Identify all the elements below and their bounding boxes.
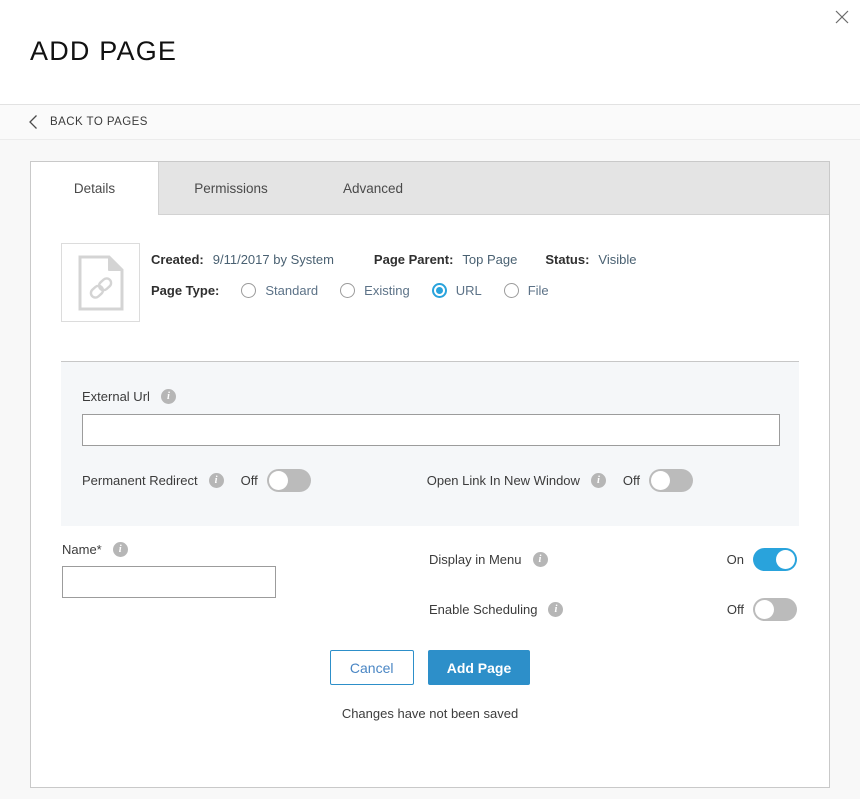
radio-option-standard[interactable]: Standard — [241, 283, 318, 298]
display-in-menu-label: Display in Menu — [429, 551, 522, 567]
dialog-header: ADD PAGE — [0, 0, 860, 104]
add-page-card: Details Permissions Advanced Created: 9/… — [30, 161, 830, 788]
radio-label: Standard — [265, 283, 319, 298]
display-in-menu-label-group: Display in Menu i — [429, 551, 727, 567]
switch-knob — [755, 599, 774, 619]
name-input[interactable] — [62, 566, 276, 598]
open-link-new-window-toggle-group: Open Link In New Window i Off — [426, 469, 694, 492]
back-to-pages-link[interactable]: BACK TO PAGES — [28, 105, 148, 139]
tab-bar: Details Permissions Advanced — [31, 162, 829, 215]
created-value: 9/11/2017 by System — [212, 252, 334, 267]
page-title: ADD PAGE — [30, 36, 178, 66]
switch-knob — [651, 471, 671, 490]
switch-knob — [268, 471, 288, 490]
display-in-menu-switch[interactable] — [753, 547, 797, 571]
display-in-menu-state: On — [726, 551, 744, 567]
open-link-new-window-switch[interactable] — [649, 469, 694, 492]
panel-toggle-row: Permanent Redirect i Off Open Link In Ne… — [82, 469, 778, 492]
enable-scheduling-switch[interactable] — [753, 597, 797, 621]
page-body: Details Permissions Advanced Created: 9/… — [0, 140, 860, 799]
info-icon[interactable]: i — [548, 601, 564, 617]
chevron-left-icon — [29, 115, 37, 129]
page-parent-value: Top Page — [462, 252, 518, 267]
external-url-input[interactable] — [82, 414, 780, 446]
cancel-button[interactable]: Cancel — [329, 650, 414, 685]
name-label-row: Name* i — [62, 542, 276, 557]
name-field-group: Name* i — [62, 542, 276, 598]
external-url-panel: External Url i Permanent Redirect i Off … — [61, 362, 799, 526]
created-label: Created: — [151, 252, 204, 267]
meta-row-primary: Created: 9/11/2017 by System Page Parent… — [151, 244, 829, 275]
enable-scheduling-label-group: Enable Scheduling i — [429, 601, 727, 617]
info-icon[interactable]: i — [532, 551, 548, 567]
radio-icon — [503, 283, 519, 298]
tab-details[interactable]: Details — [31, 162, 159, 215]
radio-label: File — [527, 283, 549, 298]
name-and-options-section: Name* i Display in Menu i On Enable Sche… — [61, 526, 799, 634]
name-label: Name* — [62, 542, 102, 557]
tab-permissions[interactable]: Permissions — [159, 162, 303, 214]
tab-advanced[interactable]: Advanced — [303, 162, 443, 214]
permanent-redirect-label: Permanent Redirect — [82, 473, 198, 488]
permanent-redirect-switch[interactable] — [266, 469, 311, 492]
page-thumbnail — [61, 243, 140, 322]
page-type-row: Page Type: Standard Existing URL File — [151, 275, 829, 306]
page-meta-details: Created: 9/11/2017 by System Page Parent… — [151, 244, 829, 306]
options-toggle-list: Display in Menu i On Enable Scheduling i… — [429, 534, 797, 634]
save-status-message: Changes have not been saved — [341, 706, 519, 721]
page-type-label: Page Type: — [151, 283, 220, 298]
radio-option-existing[interactable]: Existing — [340, 283, 410, 298]
enable-scheduling-state: Off — [726, 601, 744, 617]
display-in-menu-row: Display in Menu i On — [429, 534, 797, 584]
page-parent-label: Page Parent: — [373, 252, 454, 267]
switch-knob — [776, 549, 795, 569]
enable-scheduling-label: Enable Scheduling — [429, 601, 538, 617]
info-icon[interactable]: i — [160, 389, 176, 404]
status-value: Visible — [598, 252, 637, 267]
close-icon[interactable] — [831, 6, 853, 28]
radio-icon — [241, 283, 257, 298]
permanent-redirect-toggle-group: Permanent Redirect i Off — [82, 469, 311, 492]
permanent-redirect-state: Off — [240, 473, 258, 488]
form-actions: Cancel Add Page — [31, 650, 829, 685]
page-type-radio-group: Standard Existing URL File — [241, 283, 570, 298]
external-url-label: External Url — [82, 389, 150, 404]
enable-scheduling-row: Enable Scheduling i Off — [429, 584, 797, 634]
radio-icon — [340, 283, 356, 298]
radio-option-file[interactable]: File — [503, 283, 549, 298]
info-icon[interactable]: i — [208, 473, 224, 488]
info-icon[interactable]: i — [590, 473, 606, 488]
open-link-new-window-label: Open Link In New Window — [426, 473, 580, 488]
open-link-new-window-state: Off — [622, 473, 641, 488]
document-link-icon — [78, 255, 123, 310]
breadcrumb-label: BACK TO PAGES — [50, 116, 148, 128]
radio-label: URL — [455, 283, 482, 298]
info-icon[interactable]: i — [112, 542, 128, 557]
radio-icon-selected — [431, 283, 447, 298]
external-url-label-row: External Url i — [61, 362, 799, 404]
page-meta-section: Created: 9/11/2017 by System Page Parent… — [31, 215, 829, 361]
radio-label: Existing — [364, 283, 410, 298]
radio-option-url[interactable]: URL — [431, 283, 482, 298]
breadcrumb: BACK TO PAGES — [0, 104, 860, 140]
status-label: Status: — [545, 252, 590, 267]
add-page-button[interactable]: Add Page — [427, 650, 531, 685]
